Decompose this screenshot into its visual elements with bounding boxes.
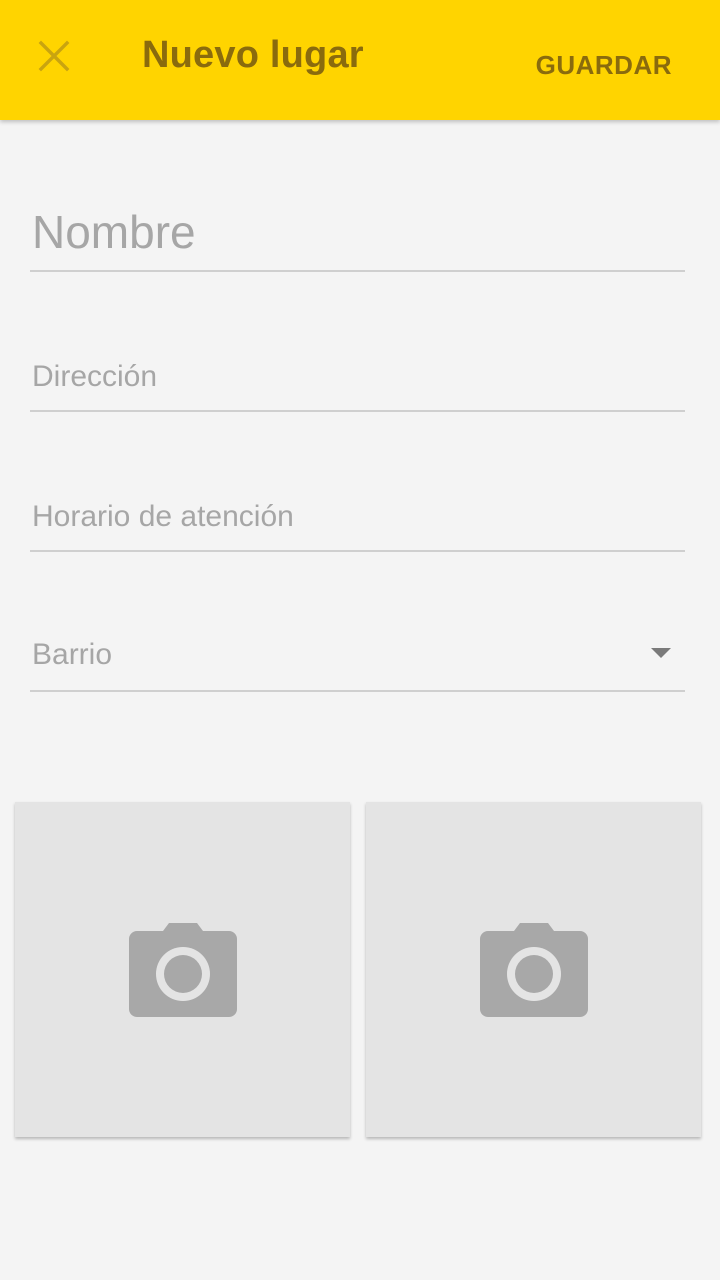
- horario-field: [30, 492, 685, 552]
- barrio-select[interactable]: Barrio: [30, 632, 685, 692]
- close-icon: [38, 40, 70, 72]
- direccion-field: [30, 352, 685, 412]
- app-screen: Nuevo lugar GUARDAR Barrio: [0, 0, 720, 1280]
- photo-slot-2[interactable]: [366, 802, 701, 1137]
- dropdown-arrow-icon: [651, 648, 671, 658]
- nombre-field: [30, 200, 685, 272]
- camera-icon: [128, 922, 237, 1017]
- photo-slot-1[interactable]: [15, 802, 350, 1137]
- direccion-input[interactable]: [30, 352, 685, 402]
- barrio-selected-value: Barrio: [32, 638, 113, 671]
- page-title: Nuevo lugar: [142, 34, 364, 76]
- horario-input[interactable]: [30, 492, 685, 542]
- save-button[interactable]: GUARDAR: [536, 50, 672, 81]
- toolbar: Nuevo lugar GUARDAR: [0, 0, 720, 120]
- close-button[interactable]: [22, 24, 86, 88]
- nombre-input[interactable]: [30, 200, 685, 264]
- camera-icon: [479, 922, 588, 1017]
